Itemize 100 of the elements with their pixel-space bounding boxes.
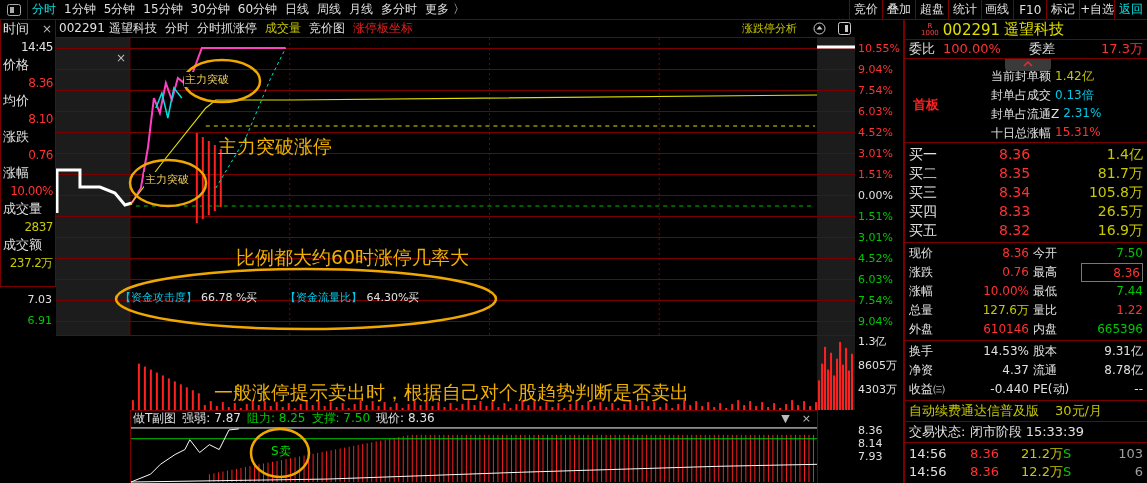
axis-label: 4303万 [858, 383, 898, 398]
toolbar-button[interactable]: 超盘 [914, 0, 948, 19]
capital-label: 【资金流量比】 [285, 290, 363, 305]
panel-toggle-icon[interactable] [7, 3, 21, 16]
axis-label: 1.3亿 [858, 335, 888, 350]
axis-label: 4.52% [857, 251, 894, 267]
quote-value: 8.36 [1001, 245, 1029, 262]
close-button[interactable]: × [41, 22, 52, 36]
quote-label: 涨跌 [909, 264, 934, 281]
chart-header-item[interactable]: 002291 遥望科技 [59, 20, 157, 37]
panel-toggle-icon[interactable] [838, 22, 851, 35]
quote-value: 0.76 [1001, 264, 1029, 281]
quote-label: 收益㈢ [909, 381, 946, 398]
axis-label: 6.91 [26, 313, 53, 329]
board-tag: 首板 [913, 95, 991, 114]
toolbar-button[interactable]: 竞价 [849, 0, 882, 19]
indicator-value: 阻力: 8.25 [246, 409, 306, 427]
chart-header-item[interactable]: 竞价图 [308, 20, 345, 37]
period-tab[interactable]: 分时 [32, 1, 56, 18]
toolbar-button[interactable]: 叠加 [881, 0, 915, 19]
chart-header-item[interactable]: 分时抓涨停 [196, 20, 257, 37]
axis-label: 7.54% [857, 293, 894, 309]
period-tab[interactable]: 周线 [317, 1, 342, 18]
field-label: 均价 [3, 92, 30, 110]
upload-icon[interactable] [813, 22, 826, 35]
stat-label: 十日总涨幅 [991, 124, 1051, 142]
bid-volume: 16.9万 [1096, 221, 1143, 240]
toolbar-button[interactable]: +自选 [1079, 0, 1115, 19]
quote-label: 现价 [909, 245, 934, 262]
tick-count: 6 [1133, 463, 1143, 481]
stat-label: 封单占流通Z [991, 105, 1060, 123]
bid-volume: 105.8万 [1087, 183, 1143, 202]
highlight-ellipse [249, 427, 311, 479]
dropdown-button[interactable]: ▼ [781, 411, 790, 425]
quote-value: 1.22 [1115, 302, 1143, 319]
stat-value: 2.31% [1063, 105, 1102, 122]
quote-value: 7.44 [1115, 283, 1143, 300]
axis-label: 8.14 [858, 437, 884, 450]
stat-label: 封单占成交 [991, 86, 1051, 104]
quote-label: 量比 [1032, 302, 1058, 319]
quote-value: 7.50 [1115, 245, 1143, 262]
bid-price: 8.34 [999, 183, 1032, 202]
tick-side: S [1063, 445, 1073, 463]
close-button[interactable]: × [116, 51, 127, 65]
period-tab[interactable]: 日线 [285, 1, 310, 18]
period-tab[interactable]: 1分钟 [64, 1, 96, 18]
capital-value: 66.78 %买 [201, 290, 258, 305]
period-tab[interactable]: 30分钟 [190, 1, 230, 18]
annotation-text: 主力突破涨停 [218, 134, 332, 159]
sub-chart-title: 做T副图 [133, 409, 177, 427]
field-value: 14:45 [19, 39, 53, 56]
period-tab[interactable]: 15分钟 [143, 1, 183, 18]
period-tab[interactable]: 5分钟 [103, 1, 136, 18]
chart-header-item[interactable]: 涨停板坐标 [352, 20, 413, 37]
quote-label: 最低 [1032, 283, 1058, 300]
toolbar-button[interactable]: 画线 [980, 0, 1014, 19]
quote-value: 4.37 [1001, 362, 1029, 379]
bid-volume: 26.5万 [1096, 202, 1143, 221]
axis-label: 7.93 [858, 450, 884, 463]
stat-label: 当前封单额 [991, 67, 1051, 85]
quote-label: 委比 [909, 40, 936, 58]
period-tab[interactable]: 月线 [349, 1, 374, 18]
axis-label: 8.36 [858, 424, 884, 437]
chart-header-item[interactable]: 成交量 [264, 20, 301, 37]
panel-title: 时间 [3, 20, 29, 38]
close-button[interactable]: × [801, 411, 811, 425]
axis-label: 0.00% [857, 188, 894, 204]
toolbar-button[interactable]: F10 [1013, 0, 1047, 19]
capital-label: 【资金攻击度】 [120, 290, 197, 305]
quote-value: 665396 [1096, 321, 1143, 338]
quote-value: -- [1133, 381, 1143, 398]
toolbar-button[interactable]: 统计 [947, 0, 981, 19]
toolbar-button[interactable]: 标记 [1046, 0, 1080, 19]
quote-label: PE(动) [1032, 381, 1071, 398]
promo-link[interactable]: 自动续费通达信普及版 [909, 401, 1039, 421]
stat-value: 15.31% [1055, 124, 1101, 141]
period-tab[interactable]: 60分钟 [237, 1, 278, 18]
indicator-line [155, 86, 183, 119]
capital-value: 64.30%买 [366, 290, 420, 305]
bid-label: 买三 [909, 183, 938, 202]
field-value: 237.2万 [8, 255, 53, 272]
analysis-link[interactable]: 涨跌停分析 [742, 21, 797, 36]
field-value: 10.00% [9, 183, 53, 200]
annotation-tag: 主力突破 [144, 172, 190, 187]
field-label: 涨跌 [3, 128, 30, 146]
field-label: 涨幅 [3, 164, 30, 182]
quote-label: 委差 [1029, 40, 1056, 58]
stat-value: 0.13倍 [1055, 86, 1094, 104]
stat-value: 1.42亿 [1055, 67, 1094, 85]
axis-label: 3.01% [857, 230, 894, 246]
quote-value: 10.00% [982, 283, 1029, 300]
indicator-value: 现价: 8.36 [376, 409, 435, 427]
field-label: 成交额 [3, 236, 43, 254]
toolbar-button[interactable]: 返回 [1114, 0, 1147, 19]
chart-header-item[interactable]: 分时 [164, 20, 189, 37]
period-tab[interactable]: 更多 〉 [425, 1, 465, 18]
quote-value: 14.53% [982, 343, 1029, 360]
period-tab[interactable]: 多分时 [381, 1, 418, 18]
quote-value: 610146 [982, 321, 1029, 338]
quote-label: 总量 [909, 302, 934, 319]
